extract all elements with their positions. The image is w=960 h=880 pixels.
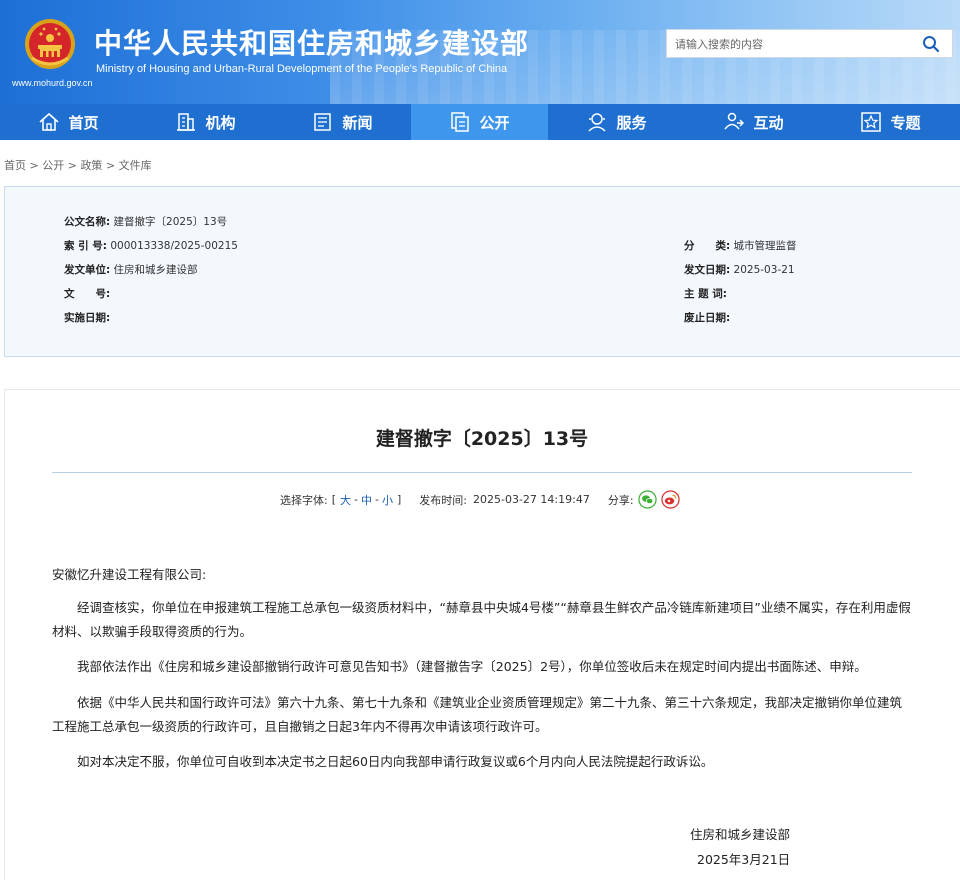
article-title: 建督撤字〔2025〕13号 — [375, 428, 589, 450]
nav-label-home: 首页 — [68, 113, 99, 132]
font-small-link[interactable]: 小 — [382, 492, 393, 508]
meta-effective-date-label: 实施日期: — [64, 312, 111, 324]
article-paragraph: 经调查核实，你单位在申报建筑工程施工总承包一级资质材料中，“赫章县中央城4号楼”… — [52, 596, 914, 644]
font-bracket-close: ] — [396, 493, 402, 506]
meta-index-no: 索 引 号: 000013338/2025-00215 — [64, 238, 238, 253]
font-large-link[interactable]: 大 — [340, 492, 351, 508]
meta-effective-date: 实施日期: — [64, 310, 110, 325]
paragraph-2: 我部依法作出《住房和城乡建设部撤销行政许可意见告知书》（建督撤告字〔2025〕2… — [77, 659, 867, 674]
font-separator: - — [375, 493, 379, 506]
nav-label-service: 服务 — [616, 113, 647, 132]
nav-item-service[interactable]: 服务 — [548, 104, 685, 140]
article-paragraph: 如对本决定不服，你单位可自收到本决定书之日起60日内向我部申请行政复议或6个月内… — [52, 750, 914, 774]
font-size-label: 选择字体: — [280, 493, 328, 507]
article-toolbar: 选择字体: [ 大 - 中 - 小 ] 发布时间: 2025-03-27 14:… — [280, 490, 680, 509]
signature-date: 2025年3月21日 — [697, 852, 791, 867]
nav-label-public: 公开 — [479, 113, 510, 132]
signature-issuer: 住房和城乡建设部 — [690, 827, 791, 842]
publish-time-value: 2025-03-27 14:19:47 — [473, 493, 590, 506]
meta-issue-date-value: 2025-03-21 — [733, 264, 795, 276]
font-bracket-open: [ — [331, 493, 337, 506]
site-header: www.mohurd.gov.cn 中华人民共和国住房和城乡建设部 Minist… — [0, 0, 960, 104]
weibo-icon[interactable] — [660, 490, 680, 509]
nav-item-interaction[interactable]: 互动 — [685, 104, 822, 140]
wechat-icon[interactable] — [637, 490, 657, 509]
documents-icon — [451, 112, 470, 132]
site-title-en: Ministry of Housing and Urban-Rural Deve… — [96, 63, 508, 75]
search-box — [666, 29, 953, 58]
site-url: www.mohurd.gov.cn — [12, 78, 93, 88]
meta-keywords-label: 主 题 词: — [684, 288, 728, 300]
meta-issue-date: 发文日期: 2025-03-21 — [684, 262, 795, 277]
font-separator: - — [354, 493, 358, 506]
salutation: 安徽忆升建设工程有限公司: — [52, 567, 207, 582]
site-title-cn: 中华人民共和国住房和城乡建设部 — [94, 27, 530, 60]
national-emblem-icon — [25, 19, 75, 69]
breadcrumb-separator: > — [67, 159, 77, 172]
breadcrumb-file-library[interactable]: 文件库 — [119, 159, 152, 172]
interaction-icon — [724, 112, 745, 130]
meta-category-label: 分 类: — [684, 240, 731, 252]
paragraph-3: 依据《中华人民共和国行政许可法》第六十九条、第七十九条和《建筑业企业资质管理规定… — [52, 695, 903, 734]
building-icon — [177, 113, 196, 131]
breadcrumb-public[interactable]: 公开 — [42, 159, 64, 172]
share-label: 分享: — [607, 493, 634, 507]
meta-index-no-value: 000013338/2025-00215 — [110, 240, 238, 252]
nav-label-organization: 机构 — [205, 113, 236, 132]
nav-label-topics: 专题 — [890, 113, 921, 132]
meta-category: 分 类: 城市管理监督 — [684, 238, 797, 253]
publish-time-label: 发布时间: — [419, 493, 467, 507]
meta-keywords: 主 题 词: — [684, 286, 727, 301]
nav-item-organization[interactable]: 机构 — [137, 104, 274, 140]
topic-star-icon — [861, 112, 882, 132]
meta-doc-name-label: 公文名称: — [64, 216, 111, 228]
meta-index-no-label: 索 引 号: — [64, 240, 108, 252]
service-icon — [588, 113, 607, 132]
search-input[interactable] — [675, 35, 910, 53]
article-paragraph: 依据《中华人民共和国行政许可法》第六十九条、第七十九条和《建筑业企业资质管理规定… — [52, 691, 914, 739]
search-icon[interactable] — [922, 35, 940, 53]
main-nav: 首页 机构 新闻 公开 服务 互动 专题 — [0, 104, 960, 140]
meta-issuer-label: 发文单位: — [64, 264, 111, 276]
nav-item-news[interactable]: 新闻 — [274, 104, 411, 140]
breadcrumb-home[interactable]: 首页 — [4, 159, 26, 172]
font-medium-link[interactable]: 中 — [361, 492, 372, 508]
meta-doc-no-label: 文 号: — [64, 288, 111, 300]
nav-item-public[interactable]: 公开 — [411, 104, 548, 140]
nav-item-topics[interactable]: 专题 — [822, 104, 959, 140]
paragraph-4: 如对本决定不服，你单位可自收到本决定书之日起60日内向我部申请行政复议或6个月内… — [77, 754, 714, 769]
meta-category-value: 城市管理监督 — [733, 240, 797, 252]
home-icon — [39, 112, 60, 131]
meta-issuer: 发文单位: 住房和城乡建设部 — [64, 262, 198, 277]
meta-issuer-value: 住房和城乡建设部 — [113, 264, 198, 276]
breadcrumb-separator: > — [105, 159, 116, 172]
meta-doc-name: 公文名称: 建督撤字〔2025〕13号 — [64, 214, 227, 229]
meta-doc-name-value: 建督撤字〔2025〕13号 — [113, 216, 228, 228]
meta-abolish-date-label: 废止日期: — [684, 312, 731, 324]
breadcrumb-policy[interactable]: 政策 — [80, 159, 102, 172]
nav-item-home[interactable]: 首页 — [0, 104, 137, 140]
breadcrumb-separator: > — [29, 159, 39, 172]
news-icon — [314, 113, 332, 131]
nav-label-news: 新闻 — [342, 113, 373, 132]
title-divider — [52, 472, 912, 473]
meta-issue-date-label: 发文日期: — [684, 264, 731, 276]
meta-doc-no: 文 号: — [64, 286, 110, 301]
meta-abolish-date: 废止日期: — [684, 310, 730, 325]
nav-label-interaction: 互动 — [753, 113, 784, 132]
article-paragraph: 我部依法作出《住房和城乡建设部撤销行政许可意见告知书》（建督撤告字〔2025〕2… — [52, 655, 914, 679]
paragraph-1: 经调查核实，你单位在申报建筑工程施工总承包一级资质材料中，“赫章县中央城4号楼”… — [52, 600, 911, 639]
breadcrumb: 首页 > 公开 > 政策 > 文件库 — [4, 157, 152, 173]
